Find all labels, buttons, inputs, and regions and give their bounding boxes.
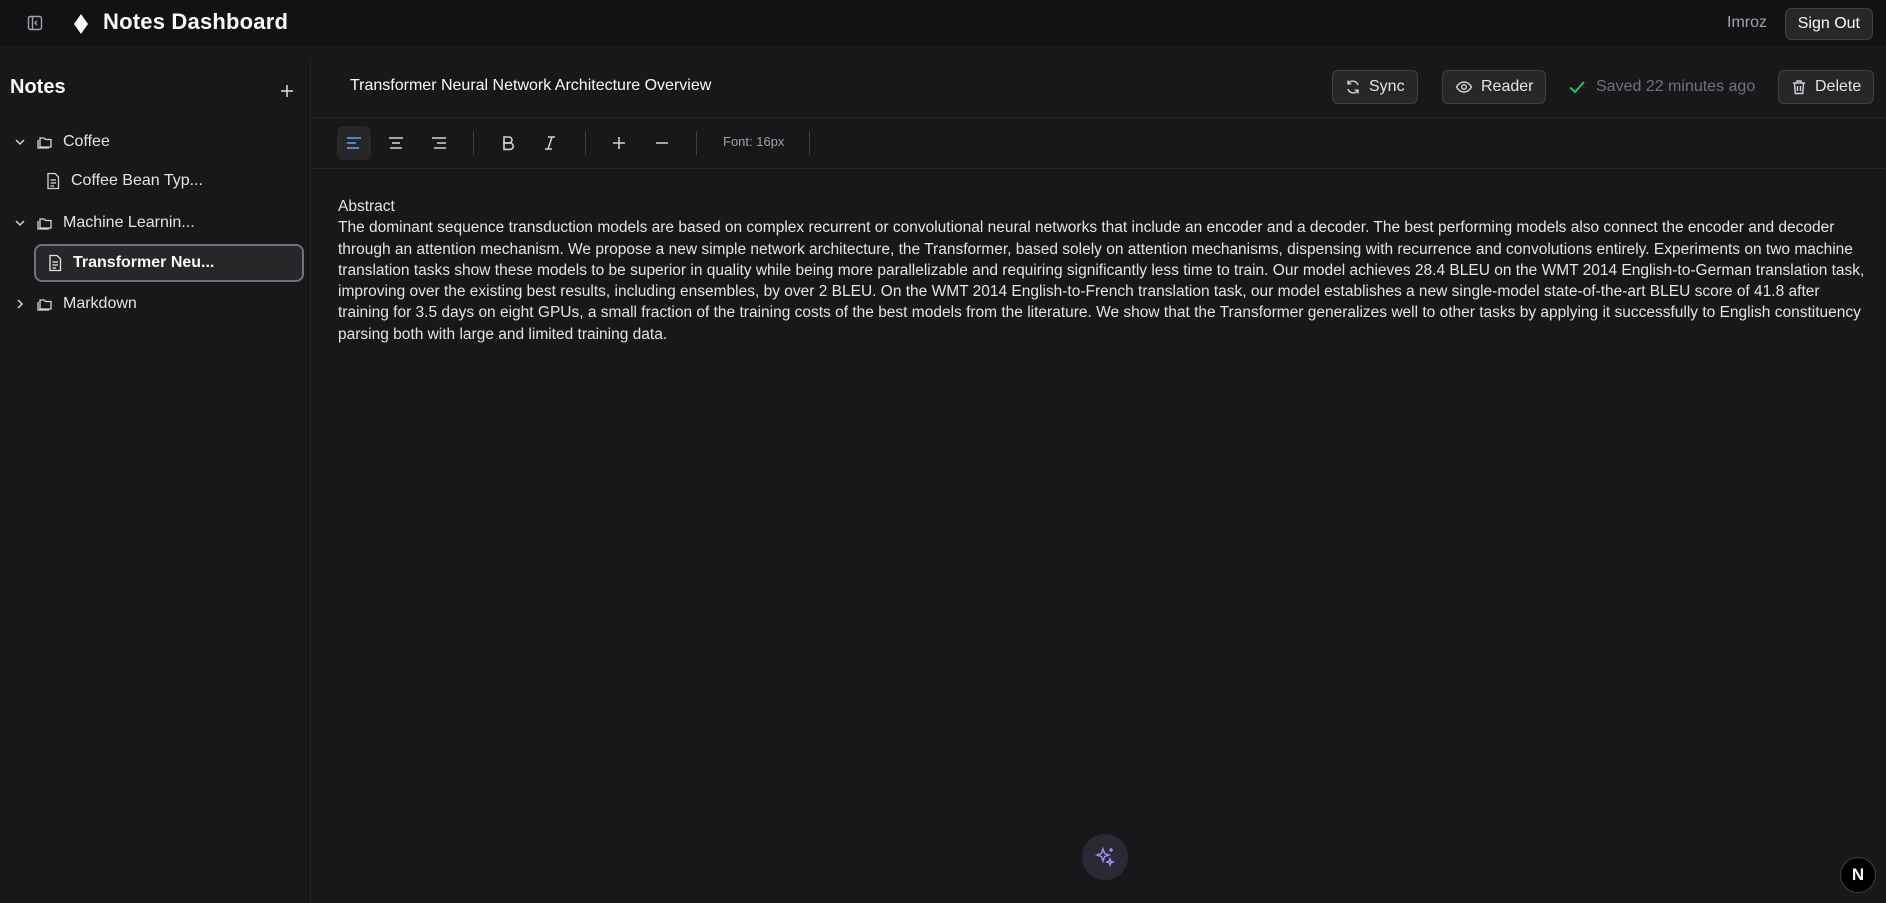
chevron-right-icon[interactable] <box>12 296 28 312</box>
sync-button[interactable]: Sync <box>1332 70 1418 104</box>
folder-markdown[interactable]: Markdown <box>12 290 137 318</box>
diamond-logo-icon <box>70 12 92 36</box>
folder-label: Markdown <box>63 295 137 312</box>
sidebar-title: Notes <box>10 76 66 98</box>
bold-button[interactable] <box>491 126 525 160</box>
n-badge-label: N <box>1851 865 1865 884</box>
content-heading: Abstract <box>338 198 395 215</box>
font-size-label: Font: 16px <box>723 134 785 149</box>
toolbar-divider <box>473 131 474 155</box>
minus-icon <box>656 142 668 144</box>
note-label: Transformer Neu... <box>73 254 215 271</box>
align-center-button[interactable] <box>379 126 413 160</box>
sidebar: Notes Coffee Coffee Bean Typ... Machine … <box>0 58 311 903</box>
align-right-icon <box>432 137 446 149</box>
plus-icon <box>281 85 293 97</box>
chevron-down-icon[interactable] <box>12 215 28 231</box>
decrease-font-button[interactable] <box>645 126 679 160</box>
note-editor-content[interactable]: Abstract The dominant sequence transduct… <box>338 196 1868 345</box>
align-left-button[interactable] <box>337 126 371 160</box>
refresh-icon <box>1347 80 1359 94</box>
folder-coffee[interactable]: Coffee <box>12 128 110 156</box>
folder-icon <box>36 133 54 151</box>
plus-icon <box>613 137 625 149</box>
user-name: Imroz <box>1727 14 1767 31</box>
format-toolbar: Font: 16px <box>312 119 1886 169</box>
delete-label: Delete <box>1815 78 1862 95</box>
note-item-coffee-bean[interactable]: Coffee Bean Typ... <box>44 167 203 195</box>
folder-machine-learning[interactable]: Machine Learnin... <box>12 209 195 237</box>
increase-font-button[interactable] <box>602 126 636 160</box>
reader-button[interactable]: Reader <box>1442 70 1547 104</box>
reader-label: Reader <box>1481 78 1534 95</box>
next-badge-icon[interactable]: N <box>1840 857 1876 893</box>
trash-icon <box>1793 80 1805 95</box>
save-status: Saved 22 minutes ago <box>1568 78 1755 96</box>
folder-label: Coffee <box>63 133 110 150</box>
chevron-down-icon[interactable] <box>12 134 28 150</box>
italic-button[interactable] <box>533 126 567 160</box>
sync-label: Sync <box>1369 78 1405 95</box>
toolbar-divider <box>585 131 586 155</box>
note-label: Coffee Bean Typ... <box>71 172 203 189</box>
folder-label: Machine Learnin... <box>63 214 195 231</box>
check-icon <box>1569 81 1585 94</box>
app-title: Notes Dashboard <box>103 9 289 34</box>
sparkles-icon <box>1094 846 1116 868</box>
toolbar-divider <box>696 131 697 155</box>
align-right-button[interactable] <box>422 126 456 160</box>
delete-button[interactable]: Delete <box>1778 70 1875 104</box>
saved-text: Saved 22 minutes ago <box>1596 78 1756 95</box>
toolbar-divider <box>809 131 810 155</box>
document-icon <box>44 172 62 190</box>
content-paragraph: The dominant sequence transduction model… <box>338 219 1865 343</box>
italic-icon <box>545 136 555 150</box>
folder-icon <box>36 295 54 313</box>
add-note-button[interactable] <box>274 78 300 104</box>
folder-icon <box>36 214 54 232</box>
sidebar-toggle-icon[interactable] <box>24 13 46 33</box>
ai-assistant-button[interactable] <box>1082 834 1128 880</box>
align-center-icon <box>389 137 403 149</box>
note-item-transformer[interactable]: Transformer Neu... <box>34 244 304 282</box>
document-icon <box>46 254 64 272</box>
align-left-icon <box>347 137 361 149</box>
sidebar-header: Notes <box>10 76 300 106</box>
top-bar: Notes Dashboard Imroz Sign Out <box>0 0 1886 46</box>
eye-icon <box>1455 81 1473 93</box>
sign-out-button[interactable]: Sign Out <box>1784 8 1873 40</box>
note-title[interactable]: Transformer Neural Network Architecture … <box>350 77 711 95</box>
editor-header: Transformer Neural Network Architecture … <box>312 58 1886 118</box>
bold-icon <box>503 136 514 151</box>
